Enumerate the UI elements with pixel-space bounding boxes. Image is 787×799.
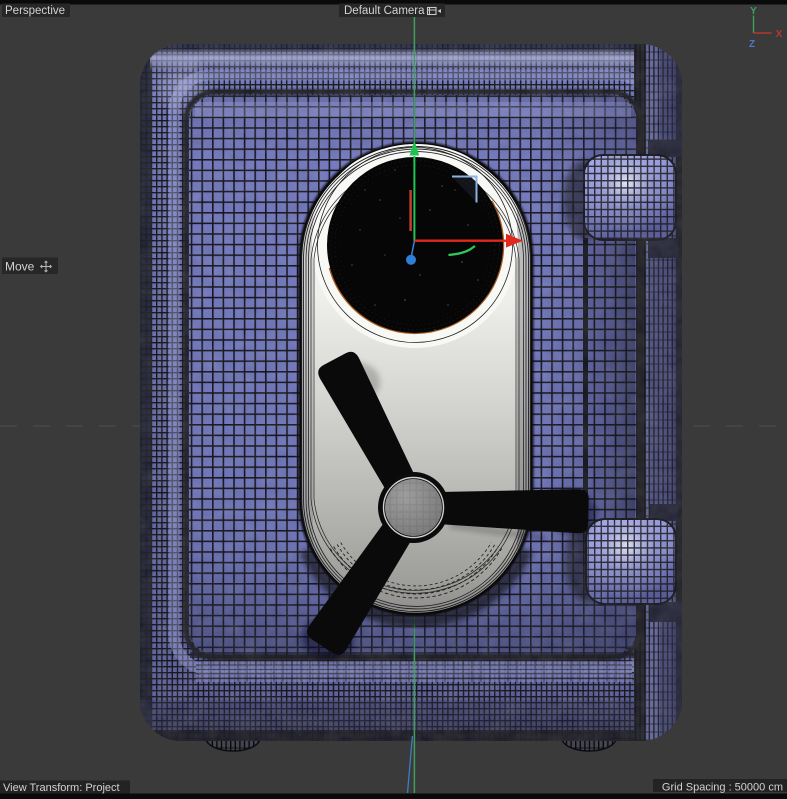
svg-text:View Transform: Project: View Transform: Project (3, 782, 120, 794)
svg-text:X: X (776, 29, 783, 40)
svg-text:Default Camera: Default Camera (344, 5, 425, 17)
svg-text:Grid Spacing : 50000 cm: Grid Spacing : 50000 cm (662, 782, 783, 794)
svg-text:Move: Move (5, 260, 35, 274)
svg-text:Y: Y (750, 6, 757, 17)
svg-text:Z: Z (749, 39, 755, 50)
svg-text:Perspective: Perspective (5, 5, 65, 17)
